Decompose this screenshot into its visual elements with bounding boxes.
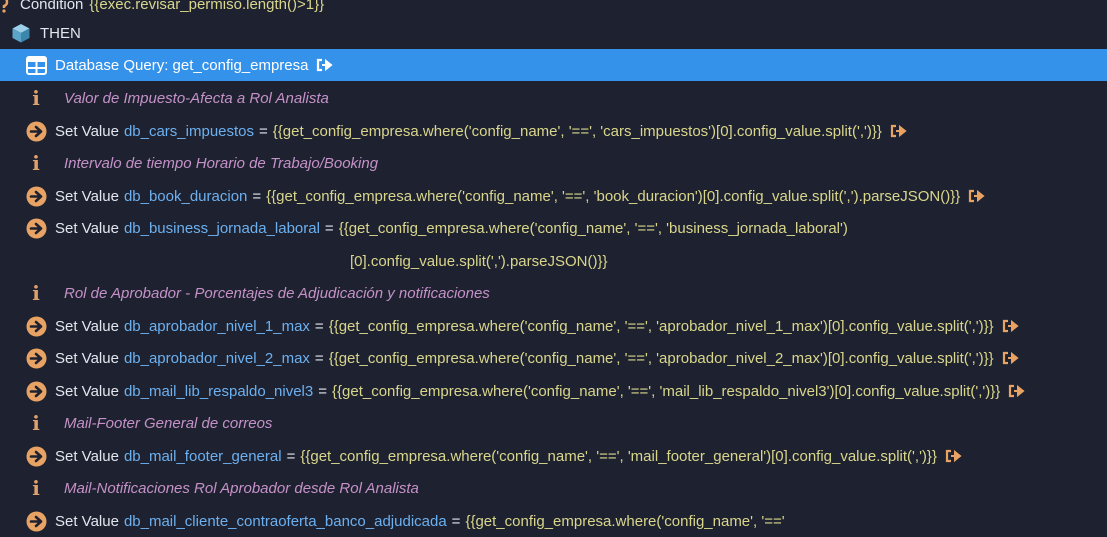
- comment-row[interactable]: i Mail-Footer General de correos: [0, 407, 1107, 439]
- value-expression: {{get_config_empresa.where('config_name'…: [328, 317, 994, 335]
- cube-icon: [10, 22, 32, 44]
- set-value-row[interactable]: Set Value db_aprobador_nivel_2_max = {{g…: [0, 342, 1107, 374]
- open-link-icon[interactable]: [890, 124, 907, 138]
- comment-text: Mail-Notificaciones Rol Aprobador desde …: [64, 479, 419, 497]
- open-link-icon[interactable]: [968, 189, 985, 203]
- set-value-label: Set Value: [55, 349, 119, 367]
- value-expression: {{get_config_empresa.where('config_name'…: [328, 349, 994, 367]
- arrow-circle-icon: [25, 348, 47, 369]
- set-value-label: Set Value: [55, 382, 119, 400]
- equals-sign: =: [318, 382, 327, 400]
- set-value-row[interactable]: Set Value db_book_duracion = {{get_confi…: [0, 180, 1107, 212]
- set-value-row[interactable]: Set Value db_mail_lib_respaldo_nivel3 = …: [0, 375, 1107, 407]
- comment-text: Rol de Aprobador - Porcentajes de Adjudi…: [64, 284, 490, 302]
- info-icon: i: [32, 281, 40, 305]
- comment-row[interactable]: i Intervalo de tiempo Horario de Trabajo…: [0, 147, 1107, 179]
- set-value-row[interactable]: Set Value db_cars_impuestos = {{get_conf…: [0, 115, 1107, 147]
- variable-name: db_aprobador_nivel_2_max: [123, 349, 310, 367]
- set-value-row[interactable]: Set Value db_business_jornada_laboral = …: [0, 212, 1107, 244]
- equals-sign: =: [259, 122, 268, 140]
- comment-row[interactable]: i Valor de Impuesto-Afecta a Rol Analist…: [0, 82, 1107, 114]
- set-value-label: Set Value: [55, 512, 119, 530]
- comment-row[interactable]: i Rol de Aprobador - Porcentajes de Adju…: [0, 277, 1107, 309]
- value-expression: {{get_config_empresa.where('config_name'…: [266, 187, 961, 205]
- equals-sign: =: [286, 447, 296, 465]
- value-expression: {{get_config_empresa.where('config_name'…: [332, 382, 1001, 400]
- arrow-circle-icon: [25, 316, 47, 337]
- open-link-icon[interactable]: [1002, 351, 1019, 365]
- set-value-continuation: [0].config_value.split(',').parseJSON()}…: [0, 245, 1107, 277]
- then-row[interactable]: THEN: [0, 17, 1107, 49]
- equals-sign: =: [324, 219, 334, 237]
- comment-text: Mail-Footer General de correos: [64, 414, 273, 432]
- set-value-label: Set Value: [55, 187, 119, 205]
- equals-sign: =: [314, 317, 324, 335]
- info-icon: i: [32, 86, 40, 110]
- open-link-icon[interactable]: [1002, 319, 1019, 333]
- condition-label: Condition: [20, 0, 84, 13]
- arrow-circle-icon: [25, 381, 47, 402]
- arrow-circle-icon: [25, 186, 47, 207]
- equals-sign: =: [451, 512, 461, 530]
- arrow-circle-icon: [25, 446, 47, 467]
- set-value-row[interactable]: Set Value db_mail_cliente_contraoferta_b…: [0, 505, 1107, 537]
- comment-text: Intervalo de tiempo Horario de Trabajo/B…: [64, 154, 379, 172]
- database-query-label: Database Query: get_config_empresa: [55, 56, 309, 74]
- open-link-icon[interactable]: [945, 449, 962, 463]
- arrow-circle-icon: [25, 511, 47, 532]
- value-expression: {{get_config_empresa.where('config_name'…: [465, 512, 785, 530]
- open-link-icon[interactable]: [316, 58, 334, 72]
- set-value-label: Set Value: [55, 219, 119, 237]
- variable-name: db_mail_footer_general: [123, 447, 282, 465]
- comment-text: Valor de Impuesto-Afecta a Rol Analista: [64, 89, 329, 107]
- condition-icon: [0, 0, 12, 13]
- value-expression: {{get_config_empresa.where('config_name'…: [300, 447, 937, 465]
- open-link-icon[interactable]: [1008, 384, 1025, 398]
- value-expression: {{get_config_empresa.where('config_name'…: [272, 122, 882, 140]
- variable-name: db_aprobador_nivel_1_max: [123, 317, 310, 335]
- set-value-label: Set Value: [55, 122, 119, 140]
- variable-name: db_business_jornada_laboral: [123, 219, 320, 237]
- info-icon: i: [32, 476, 40, 500]
- set-value-label: Set Value: [55, 447, 119, 465]
- arrow-circle-icon: [25, 121, 47, 142]
- info-icon: i: [32, 411, 40, 435]
- equals-sign: =: [314, 349, 324, 367]
- set-value-label: Set Value: [55, 317, 119, 335]
- set-value-row[interactable]: Set Value db_aprobador_nivel_1_max = {{g…: [0, 310, 1107, 342]
- then-label: THEN: [40, 24, 81, 42]
- condition-expression: {{exec.revisar_permiso.length()>1}}: [89, 0, 325, 13]
- info-icon: i: [32, 151, 40, 175]
- variable-name: db_book_duracion: [123, 187, 248, 205]
- variable-name: db_cars_impuestos: [123, 122, 255, 140]
- equals-sign: =: [252, 187, 262, 205]
- set-value-row[interactable]: Set Value db_mail_footer_general = {{get…: [0, 440, 1107, 472]
- arrow-circle-icon: [25, 218, 47, 239]
- table-icon: [25, 55, 47, 75]
- comment-row[interactable]: i Mail-Notificaciones Rol Aprobador desd…: [0, 472, 1107, 504]
- variable-name: db_mail_cliente_contraoferta_banco_adjud…: [123, 512, 447, 530]
- value-expression-continued: [0].config_value.split(',').parseJSON()}…: [350, 252, 608, 270]
- variable-name: db_mail_lib_respaldo_nivel3: [123, 382, 314, 400]
- value-expression: {{get_config_empresa.where('config_name'…: [338, 219, 848, 237]
- database-query-row[interactable]: Database Query: get_config_empresa: [0, 49, 1107, 81]
